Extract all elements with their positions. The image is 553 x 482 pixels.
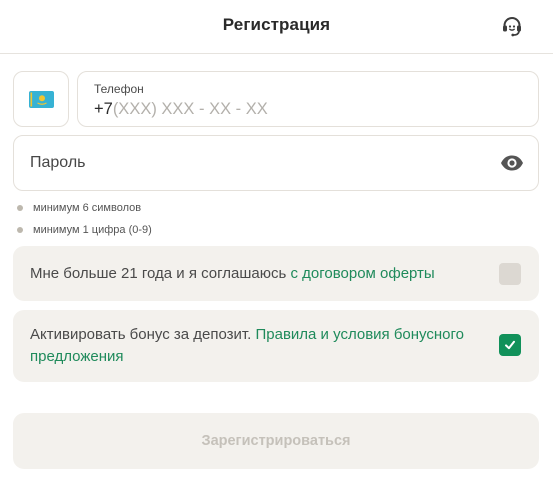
support-button[interactable] [498,12,526,40]
deposit-bonus-checkbox[interactable] [499,334,521,356]
age-offer-checkbox[interactable] [499,263,521,285]
phone-mask-placeholder: (XXX) XXX - XX - XX [112,100,268,118]
headset-icon [500,14,524,38]
hint-text: минимум 1 цифра (0-9) [33,224,152,236]
password-input[interactable]: Пароль [30,154,86,172]
show-password-button[interactable] [500,153,524,173]
password-hint-length: минимум 6 символов [17,202,141,214]
age-offer-agreement[interactable]: Мне больше 21 года и я соглашаюсь с дого… [13,246,539,301]
phone-label: Телефон [94,82,144,96]
hint-bullet [17,205,23,211]
page-title: Регистрация [222,15,331,34]
checkmark-icon [503,338,517,352]
offer-link[interactable]: с договором оферты [290,265,434,282]
register-button[interactable]: Зарегистрироваться [13,413,539,469]
phone-field[interactable]: Телефон +7(XXX) XXX - XX - XX [77,71,539,127]
password-field[interactable]: Пароль [13,135,539,191]
password-hint-digit: минимум 1 цифра (0-9) [17,224,152,236]
country-selector[interactable] [13,71,69,127]
agreement-text: Мне больше 21 года и я соглашаюсь с дого… [30,263,490,285]
hint-text: минимум 6 символов [33,202,142,214]
header: Регистрация [0,0,553,54]
agreement-label: Активировать бонус за депозит. [30,326,256,343]
hint-bullet [17,227,23,233]
deposit-bonus-agreement[interactable]: Активировать бонус за депозит. Правила и… [13,310,539,382]
phone-input[interactable]: +7(XXX) XXX - XX - XX [94,100,268,119]
kazakhstan-flag-icon [28,90,54,108]
agreement-label: Мне больше 21 года и я соглашаюсь [30,265,291,282]
eye-icon [500,155,524,171]
phone-prefix: +7 [94,100,113,118]
agreement-text: Активировать бонус за депозит. Правила и… [30,324,500,368]
